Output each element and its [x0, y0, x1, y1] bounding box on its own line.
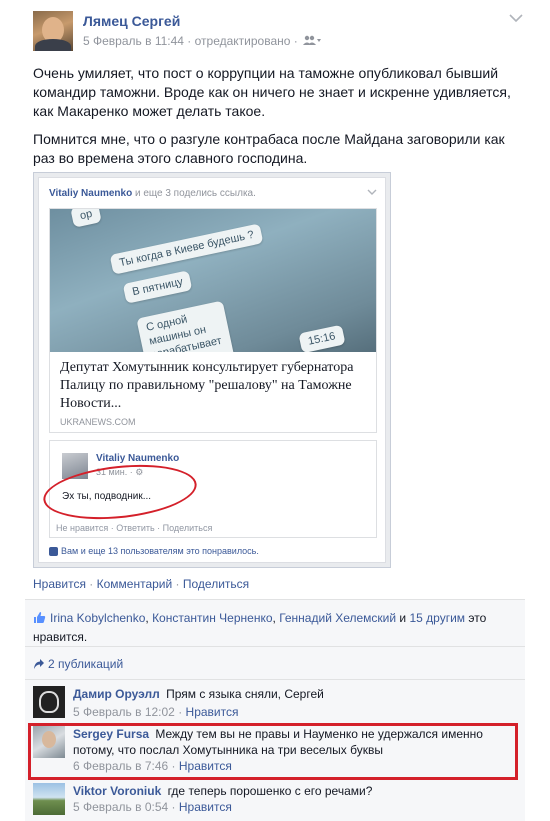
- liker-link[interactable]: Irina Kobylchenko: [50, 611, 145, 625]
- friends-privacy-icon[interactable]: [303, 35, 322, 49]
- others-link[interactable]: 15 другим: [409, 611, 465, 625]
- chat-bubble: Ты когда в Киеве будешь ?: [109, 223, 264, 275]
- shares-link[interactable]: 2 публикаций: [33, 657, 123, 673]
- post-paragraph: Помнится мне, что о разгуле контрабаса п…: [33, 131, 505, 166]
- like-icon: [49, 547, 58, 557]
- comment-button[interactable]: Комментарий: [97, 577, 173, 591]
- comment-meta: 5 Февраль в 12:02 · Нравится: [73, 705, 239, 719]
- embedded-comment-actions: Не нравится · Ответить · Поделиться: [56, 523, 213, 533]
- chat-screenshot-image: ор Ты когда в Киеве будешь ? В пятницу С…: [50, 209, 376, 352]
- share-icon: [33, 658, 45, 673]
- author-avatar[interactable]: [33, 11, 73, 51]
- attached-photo[interactable]: Vitaliy Naumenko и еще 3 поделись ссылка…: [33, 172, 391, 568]
- chevron-down-icon[interactable]: [509, 13, 523, 23]
- post-actions: Нравится · Комментарий · Поделиться: [33, 577, 250, 591]
- post-text: Очень умиляет, что пост о коррупции на т…: [33, 64, 523, 177]
- comment-date[interactable]: 5 Февраль в 0:54: [73, 800, 168, 814]
- feedback-area: Irina Kobylchenko, Константин Черненко, …: [25, 599, 525, 821]
- commenter-name[interactable]: Дамир Оруэлл: [73, 687, 160, 701]
- embedded-comment-author: Vitaliy Naumenko: [96, 453, 180, 464]
- commenter-name[interactable]: Viktor Voroniuk: [73, 784, 161, 798]
- post-header: Лямец Сергей 5 Февраль в 11:44 · отредак…: [33, 11, 523, 51]
- commenter-avatar[interactable]: [33, 686, 65, 718]
- embedded-likes: Вам и еще 13 пользователям это понравило…: [49, 546, 259, 557]
- comment-meta: 5 Февраль в 0:54 · Нравится: [73, 800, 232, 814]
- post-meta: 5 Февраль в 11:44 · отредактировано ·: [83, 34, 322, 49]
- shared-source: UKRANEWS.COM: [60, 417, 136, 427]
- comment-like-button[interactable]: Нравится: [179, 800, 232, 814]
- likes-summary: Irina Kobylchenko, Константин Черненко, …: [33, 611, 487, 644]
- post-paragraph: Очень умиляет, что пост о коррупции на т…: [33, 65, 511, 119]
- like-button[interactable]: Нравится: [33, 577, 86, 591]
- liker-link[interactable]: Геннадий Хелемский: [279, 611, 396, 625]
- embedded-share-line: Vitaliy Naumenko и еще 3 поделись ссылка…: [49, 188, 256, 199]
- red-highlight-box: [28, 723, 518, 780]
- comment-text: Дамир Оруэлл Прям с языка сняли, Сергей: [73, 687, 324, 701]
- shared-link-card: ор Ты когда в Киеве будешь ? В пятницу С…: [49, 208, 377, 433]
- chat-bubble: В пятницу: [122, 270, 193, 304]
- chat-bubble: ор: [70, 209, 103, 228]
- author-name[interactable]: Лямец Сергей: [83, 13, 180, 29]
- chevron-down-icon: [367, 189, 377, 195]
- comment-like-button[interactable]: Нравится: [186, 705, 239, 719]
- chat-bubble: С одной машины он зарабатывает 15$: [136, 300, 236, 352]
- liker-link[interactable]: Константин Черненко: [152, 611, 272, 625]
- divider: [25, 646, 525, 647]
- comment-date[interactable]: 5 Февраль в 12:02: [73, 705, 175, 719]
- shared-article-title: Депутат Хомутынник консультирует губерна…: [60, 360, 354, 411]
- commenter-avatar[interactable]: [33, 783, 65, 815]
- comment-text: Viktor Voroniuk где теперь порошенко с е…: [73, 784, 373, 798]
- embedded-post: Vitaliy Naumenko и еще 3 поделись ссылка…: [38, 177, 386, 563]
- edited-label[interactable]: · отредактировано ·: [184, 34, 301, 48]
- divider: [25, 679, 525, 680]
- post-date[interactable]: 5 Февраль в 11:44: [83, 34, 184, 48]
- chat-bubble: 15:16: [298, 324, 346, 352]
- thumbs-up-icon: [33, 611, 46, 629]
- share-button[interactable]: Поделиться: [183, 577, 249, 591]
- facebook-post: Лямец Сергей 5 Февраль в 11:44 · отредак…: [0, 0, 550, 821]
